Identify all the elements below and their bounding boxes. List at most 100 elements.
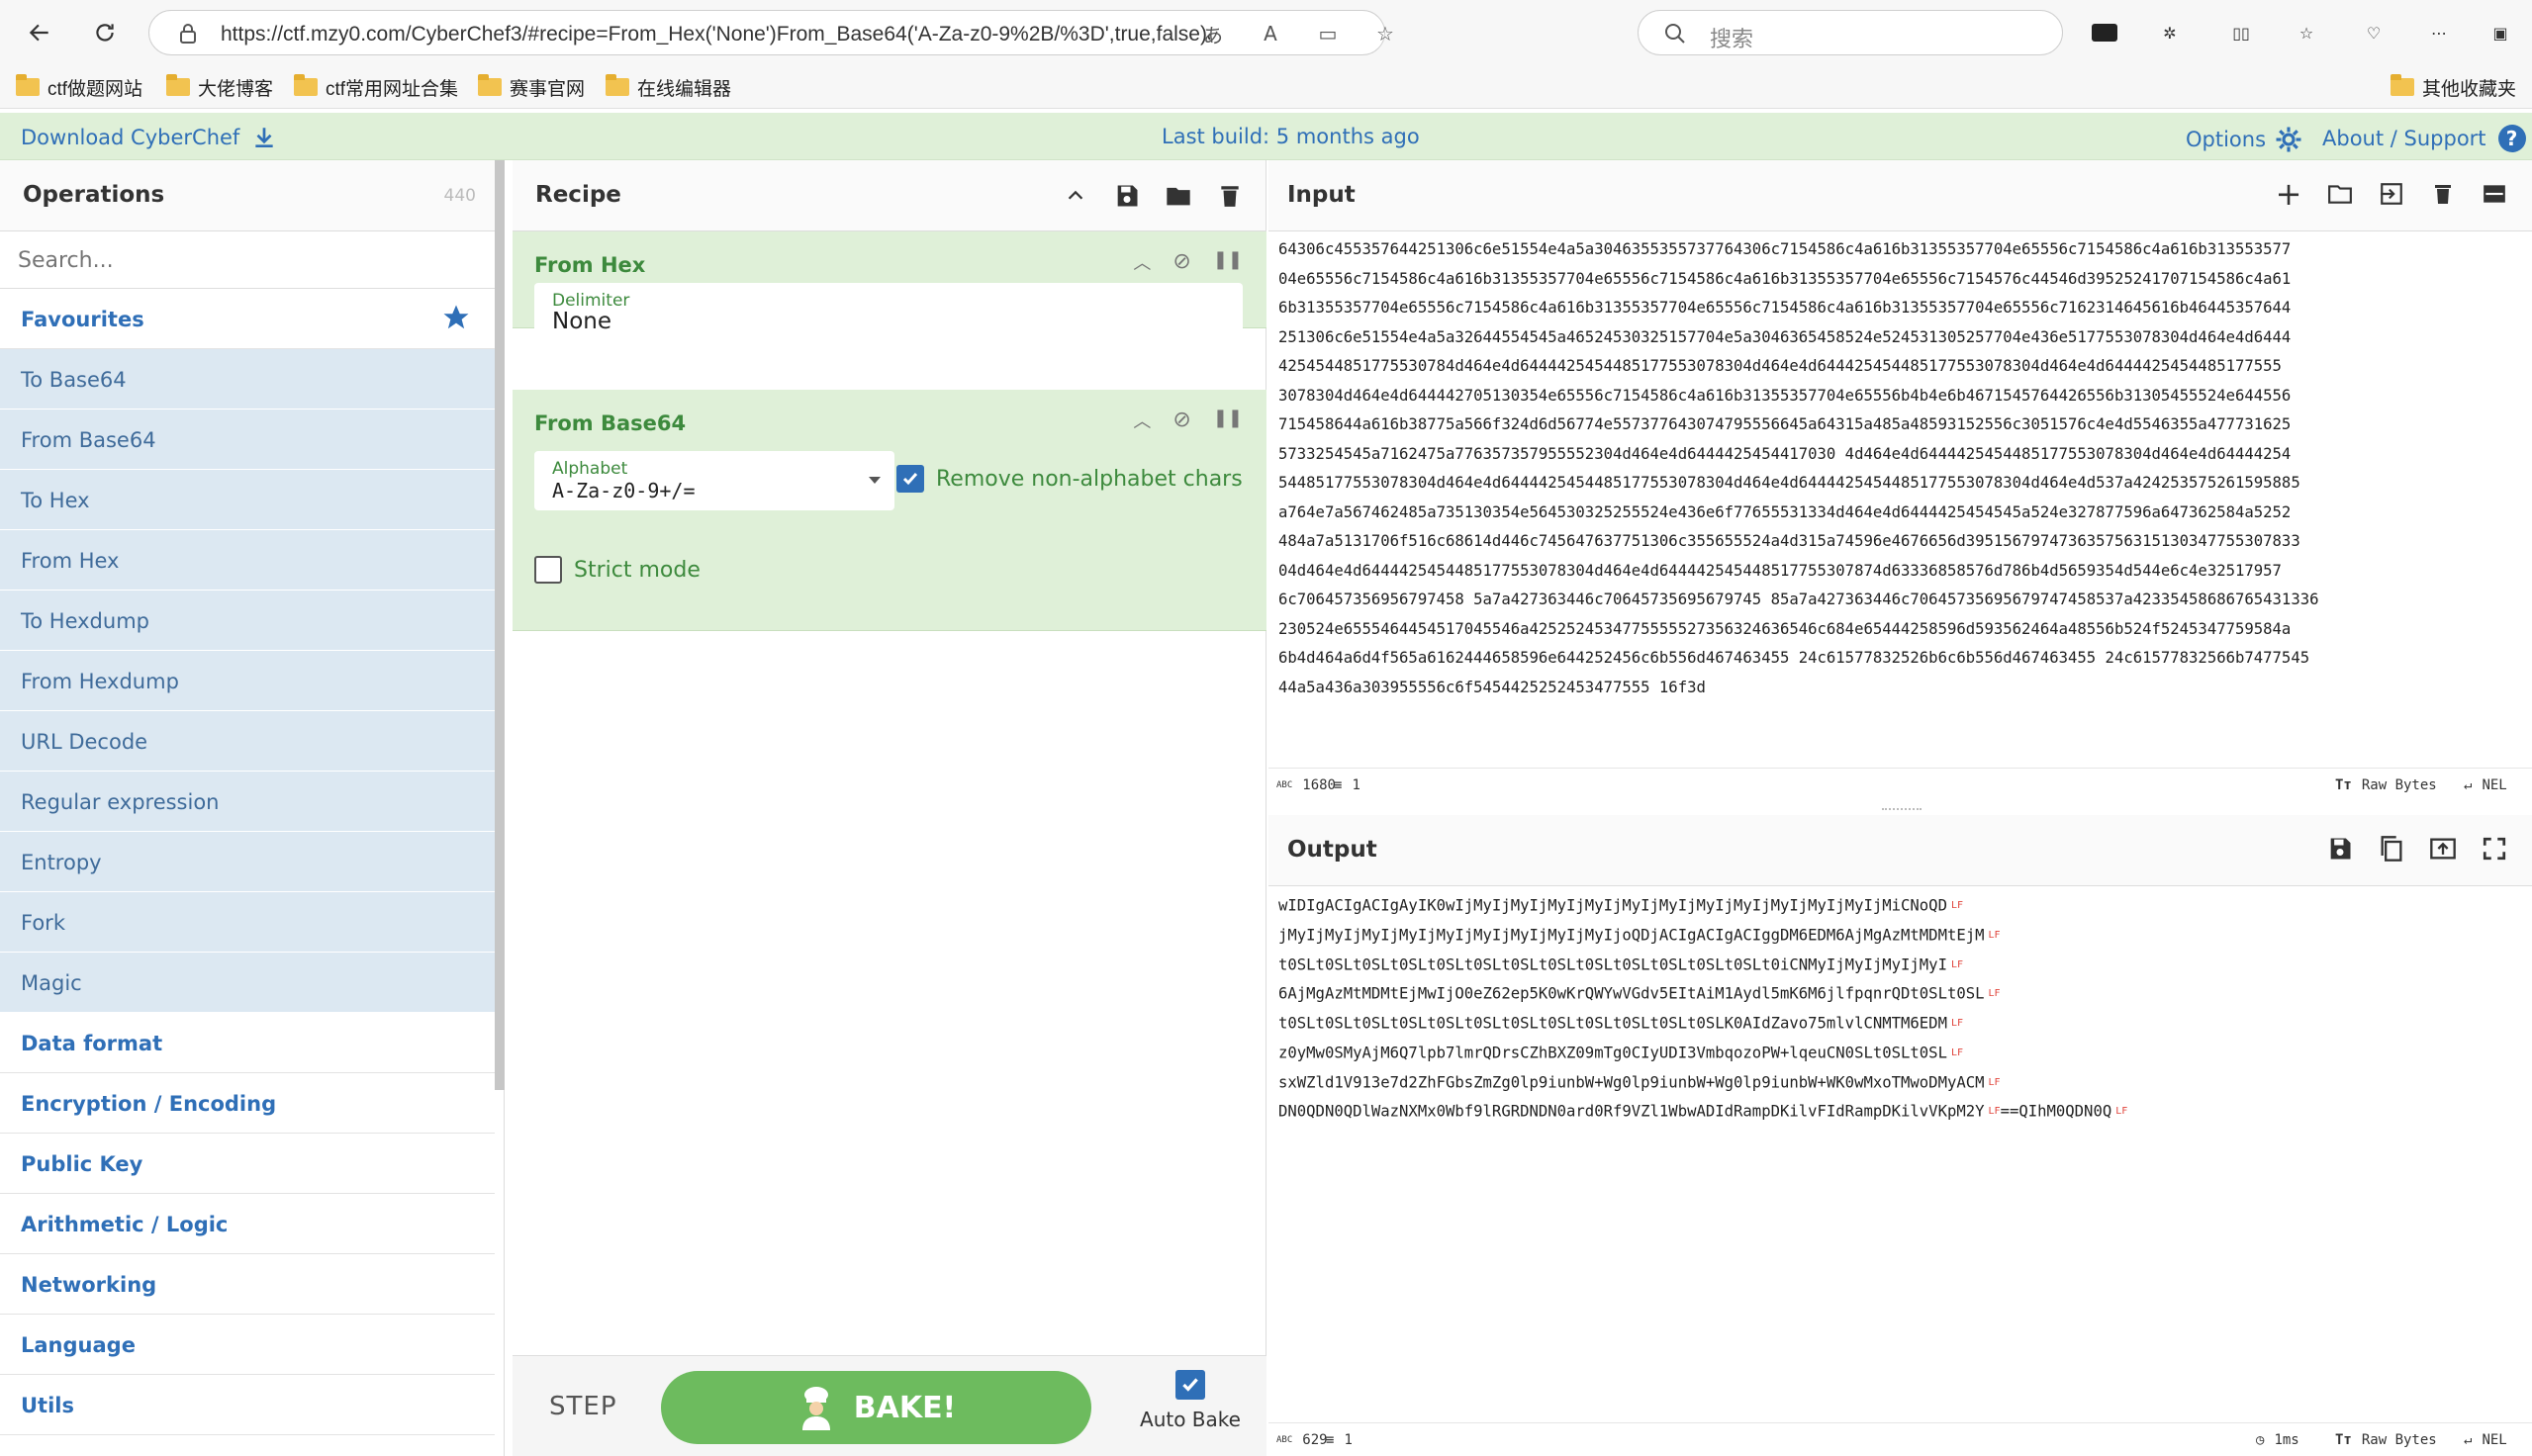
step-button[interactable]: STEP bbox=[549, 1392, 617, 1421]
open-folder-icon[interactable] bbox=[2322, 176, 2358, 212]
output-status-bar: ABC 629 ≡ 1 ◷ 1ms Tт Raw Bytes ↵ NEL bbox=[1268, 1422, 2532, 1456]
extension-badge-icon[interactable] bbox=[2086, 14, 2123, 51]
remove-non-alphabet-checkbox[interactable]: Remove non-alphabet chars bbox=[896, 465, 1243, 493]
op-label: To Hex bbox=[21, 489, 90, 512]
folder-icon bbox=[16, 74, 40, 96]
bake-button[interactable]: BAKE! bbox=[661, 1371, 1091, 1444]
strict-mode-checkbox[interactable]: Strict mode bbox=[534, 556, 701, 584]
output-encoding[interactable]: Tт Raw Bytes bbox=[2335, 1432, 2437, 1448]
op-to-hexdump[interactable]: To Hexdump bbox=[0, 591, 495, 651]
download-cyberchef-link[interactable]: Download CyberChef bbox=[21, 125, 277, 150]
op-to-base64[interactable]: To Base64 bbox=[0, 349, 495, 410]
category-language[interactable]: Language bbox=[0, 1315, 495, 1375]
collapse-op-icon[interactable]: ︿ bbox=[1133, 408, 1151, 433]
about-support-link[interactable]: About / Support ? bbox=[2322, 125, 2526, 152]
add-tab-icon[interactable]: + bbox=[2271, 175, 2306, 213]
read-aloud-icon[interactable]: A bbox=[1256, 19, 1285, 48]
reader-view-icon[interactable]: ▭ bbox=[1313, 19, 1343, 48]
output-line: z0yMw0SMyAjM6Q7lpb7lmrQDrsCZhBXZ09mTg0CI… bbox=[1278, 1044, 1963, 1061]
category-favourites[interactable]: Favourites bbox=[0, 289, 495, 349]
category-arithmetic-logic[interactable]: Arithmetic / Logic bbox=[0, 1194, 495, 1254]
browser-essentials-icon[interactable]: ♡ bbox=[2355, 14, 2392, 51]
category-encryption-encoding[interactable]: Encryption / Encoding bbox=[0, 1073, 495, 1134]
alphabet-select[interactable]: Alphabet A-Za-z0-9+/= bbox=[534, 451, 894, 510]
disable-op-icon[interactable]: ⊘ bbox=[1172, 249, 1190, 275]
op-label: URL Decode bbox=[21, 730, 148, 754]
bookmark-other[interactable]: 其他收藏夹 bbox=[2391, 73, 2516, 101]
maximise-output-icon[interactable] bbox=[2477, 831, 2512, 866]
category-public-key[interactable]: Public Key bbox=[0, 1134, 495, 1194]
checkbox-unchecked-icon bbox=[534, 556, 562, 584]
operations-header: Operations 440 bbox=[0, 160, 504, 231]
op-from-hexdump[interactable]: From Hexdump bbox=[0, 651, 495, 711]
category-utils[interactable]: Utils bbox=[0, 1375, 495, 1435]
op-magic[interactable]: Magic bbox=[0, 953, 495, 1013]
collapse-all-icon[interactable] bbox=[1058, 178, 1093, 214]
options-link[interactable]: Options bbox=[2186, 125, 2303, 154]
bookmark-contest[interactable]: 赛事官网 bbox=[478, 73, 585, 101]
line-feed-marker: LF bbox=[1950, 1046, 1963, 1058]
address-bar[interactable]: https://ctf.mzy0.com/CyberChef3/#recipe=… bbox=[148, 10, 1394, 55]
save-recipe-icon[interactable] bbox=[1109, 178, 1145, 214]
clear-input-icon[interactable] bbox=[2425, 176, 2461, 212]
auto-bake-checkbox[interactable]: Auto Bake bbox=[1136, 1370, 1245, 1431]
bookmark-ctf-sites[interactable]: ctf做题网站 bbox=[16, 73, 142, 101]
save-output-icon[interactable] bbox=[2322, 831, 2358, 866]
output-eol[interactable]: ↵ NEL bbox=[2464, 1432, 2507, 1448]
load-recipe-icon[interactable] bbox=[1161, 178, 1196, 214]
io-resize-grip[interactable] bbox=[1882, 808, 1922, 812]
delimiter-field[interactable]: Delimiter None bbox=[534, 283, 1243, 340]
bookmark-label: 在线编辑器 bbox=[637, 78, 732, 100]
disable-op-icon[interactable]: ⊘ bbox=[1172, 408, 1190, 433]
breakpoint-icon[interactable]: ❚❚ bbox=[1213, 249, 1243, 275]
sidebar-toggle-icon[interactable]: ▣ bbox=[2482, 14, 2519, 51]
bookmark-blogs[interactable]: 大佬博客 bbox=[166, 73, 273, 101]
breakpoint-icon[interactable]: ❚❚ bbox=[1213, 408, 1243, 433]
bookmark-ctf-links[interactable]: ctf常用网址合集 bbox=[294, 73, 458, 101]
output-line: sxWZld1V913e7d2ZhFGbsZmZg0lp9iunbW+Wg0lp… bbox=[1278, 1072, 2001, 1091]
input-encoding[interactable]: Tт Raw Bytes bbox=[2335, 777, 2437, 793]
back-button[interactable] bbox=[20, 13, 59, 52]
bake-time-value: 1ms bbox=[2274, 1432, 2299, 1448]
input-line: a764e7a567462485a735130354e5645303252555… bbox=[1278, 502, 2292, 521]
input-line: 715458644a616b38775a566f324d6d56774e5573… bbox=[1278, 415, 2292, 433]
replace-input-icon[interactable] bbox=[2425, 831, 2461, 866]
url-text[interactable]: https://ctf.mzy0.com/CyberChef3/#recipe=… bbox=[221, 23, 1210, 46]
op-from-base64[interactable]: From Base64 bbox=[0, 410, 495, 470]
operations-search-input[interactable] bbox=[18, 245, 473, 275]
input-line: 3078304d464e4d644442705130354e65556c7154… bbox=[1278, 386, 2292, 405]
op-to-hex[interactable]: To Hex bbox=[0, 470, 495, 530]
op-regular-expression[interactable]: Regular expression bbox=[0, 772, 495, 832]
category-networking[interactable]: Networking bbox=[0, 1254, 495, 1315]
input-text-area[interactable]: 64306c455357644251306c6e51554e4a5a304635… bbox=[1278, 235, 2318, 702]
input-line: 54485177553078304d464e4d6444425454485177… bbox=[1278, 474, 2300, 492]
bookmark-editor[interactable]: 在线编辑器 bbox=[606, 73, 731, 101]
input-eol[interactable]: ↵ NEL bbox=[2464, 777, 2507, 793]
more-menu-icon[interactable]: ⋯ bbox=[2420, 14, 2458, 51]
op-url-decode[interactable]: URL Decode bbox=[0, 711, 495, 772]
collapse-op-icon[interactable]: ︿ bbox=[1133, 249, 1151, 275]
category-label: Public Key bbox=[21, 1152, 143, 1176]
favorites-icon[interactable]: ☆ bbox=[2288, 14, 2325, 51]
favorite-star-icon[interactable]: ☆ bbox=[1370, 19, 1400, 48]
split-screen-icon[interactable]: ▯▯ bbox=[2222, 14, 2260, 51]
extensions-icon[interactable]: ✲ bbox=[2151, 14, 2189, 51]
operations-scrollbar[interactable] bbox=[495, 160, 505, 1090]
line-feed-marker: LF bbox=[1988, 929, 2001, 941]
clear-recipe-icon[interactable] bbox=[1212, 178, 1248, 214]
return-icon: ↵ bbox=[2464, 777, 2473, 793]
refresh-button[interactable] bbox=[85, 13, 125, 52]
op-from-hex[interactable]: From Hex bbox=[0, 530, 495, 591]
browser-search-box[interactable]: 搜索 bbox=[1638, 10, 2063, 55]
op-fork[interactable]: Fork bbox=[0, 892, 495, 953]
open-file-icon[interactable] bbox=[2374, 176, 2409, 212]
output-text-area[interactable]: wIDIgACIgACIgAyIK0wIjMyIjMyIjMyIjMyIjMyI… bbox=[1278, 891, 2127, 1127]
input-eol-value: NEL bbox=[2482, 777, 2507, 793]
copy-output-icon[interactable] bbox=[2374, 831, 2409, 866]
line-feed-marker: LF bbox=[1988, 1076, 2001, 1088]
recipe-panel: Recipe From Hex ︿ ⊘ ❚❚ Delimiter None Fr… bbox=[513, 160, 1266, 1456]
category-data-format[interactable]: Data format bbox=[0, 1013, 495, 1073]
layout-icon[interactable] bbox=[2477, 176, 2512, 212]
op-entropy[interactable]: Entropy bbox=[0, 832, 495, 892]
translate-icon[interactable]: あ bbox=[1198, 19, 1228, 48]
